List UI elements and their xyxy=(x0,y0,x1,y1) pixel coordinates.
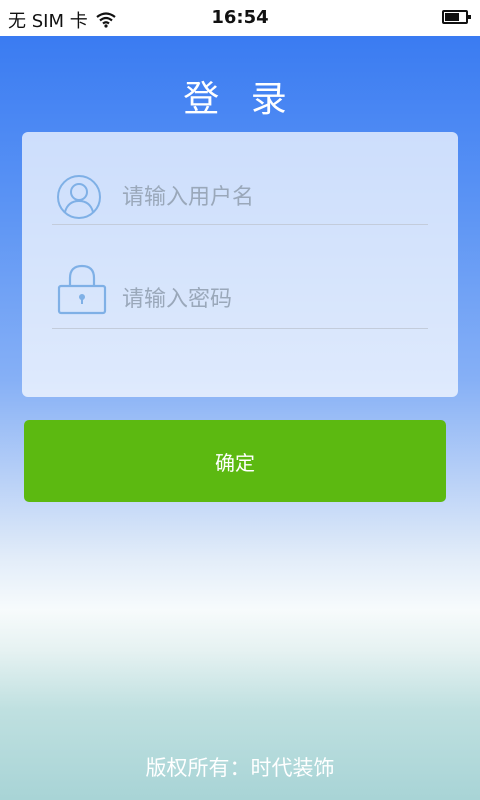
status-bar: 无 SIM 卡 16:54 xyxy=(0,0,480,36)
username-input[interactable] xyxy=(122,180,412,214)
battery-fill xyxy=(445,13,459,21)
password-field xyxy=(52,224,428,329)
login-form xyxy=(22,132,458,397)
battery-icon xyxy=(442,10,471,24)
status-time: 16:54 xyxy=(211,7,269,28)
battery-tip xyxy=(468,15,471,19)
password-input[interactable] xyxy=(122,282,412,316)
page-title: 登 录 xyxy=(183,79,297,120)
lock-icon xyxy=(57,264,107,315)
confirm-button[interactable]: 确定 xyxy=(24,420,446,502)
username-field xyxy=(52,132,428,225)
copyright-footer: 版权所有：时代装饰 xyxy=(145,756,335,780)
user-icon xyxy=(57,175,101,219)
